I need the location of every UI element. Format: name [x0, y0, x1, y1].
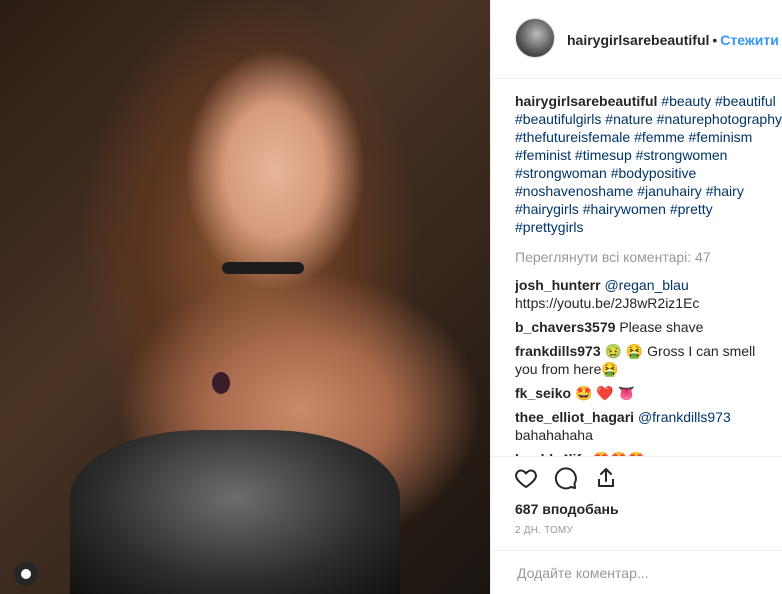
hashtag-link[interactable]: #beautifulgirls — [515, 111, 601, 127]
hashtag-link[interactable]: #femme — [634, 129, 685, 145]
comment-text[interactable]: https://youtu.be/2J8wR2iz1Ec — [515, 295, 699, 311]
caption: hairygirlsarebeautiful #beauty #beautifu… — [515, 92, 782, 236]
comment-item: thee_elliot_hagari @frankdills973 bahaha… — [515, 408, 782, 444]
hashtag-link[interactable]: #beautiful — [715, 93, 776, 109]
comment-item: frankdills973 🤢 🤮 Gross I can smell you … — [515, 342, 782, 378]
comment-username[interactable]: frankdills973 — [515, 343, 601, 359]
comment-mention[interactable]: @regan_blau — [604, 277, 688, 293]
hashtag-link[interactable]: #prettygirls — [515, 219, 583, 235]
hashtag-link[interactable]: #beauty — [661, 93, 711, 109]
header-username[interactable]: hairygirlsarebeautiful — [567, 32, 709, 48]
hashtag-link[interactable]: #hairy — [706, 183, 744, 199]
hashtag-link[interactable]: #strongwoman — [515, 165, 607, 181]
header-text: hairygirlsarebeautiful • Стежити — [567, 32, 779, 48]
comment-item: b_chavers3579 Please shave ♡ — [515, 318, 782, 336]
hashtag-link[interactable]: #hairygirls — [515, 201, 579, 217]
hashtag-link[interactable]: #pretty — [670, 201, 713, 217]
hashtag-link[interactable]: #bodypositive — [611, 165, 697, 181]
hashtag-link[interactable]: #naturephotography — [657, 111, 782, 127]
post-photo[interactable] — [0, 0, 490, 594]
hashtag-link[interactable]: #hairywomen — [583, 201, 666, 217]
comment-username[interactable]: thee_elliot_hagari — [515, 409, 634, 425]
hashtag-link[interactable]: #nature — [605, 111, 652, 127]
add-comment-bar — [491, 550, 782, 594]
post-sidebar: hairygirlsarebeautiful • Стежити hairygirl… — [490, 0, 782, 594]
hashtag-link[interactable]: #feminist — [515, 147, 571, 163]
likes-count[interactable]: 687 вподобань — [515, 501, 619, 517]
comment-username[interactable]: josh_hunterr — [515, 277, 601, 293]
post-time[interactable]: 2 ДН. ТОМУ — [515, 525, 573, 536]
comment-item: josh_hunterr @regan_blau https://youtu.b… — [515, 276, 782, 312]
share-icon[interactable] — [593, 465, 619, 491]
hashtag-link[interactable]: #noshavenoshame — [515, 183, 633, 199]
comment-username[interactable]: fk_seiko — [515, 385, 571, 401]
caption-username[interactable]: hairygirlsarebeautiful — [515, 93, 657, 109]
comments-list[interactable]: hairygirlsarebeautiful #beauty #beautifu… — [515, 92, 782, 456]
comment-icon[interactable] — [553, 465, 579, 491]
comment-text: Please shave — [619, 319, 704, 335]
user-tag-icon[interactable] — [14, 562, 38, 586]
photo-detail — [70, 430, 400, 594]
hashtag-link[interactable]: #thefutureisfemale — [515, 129, 630, 145]
hashtag-link[interactable]: #januhairy — [637, 183, 702, 199]
comment-input[interactable] — [515, 559, 769, 587]
comment-text: bahahahaha — [515, 427, 593, 443]
comment-item: fk_seiko 🤩 ❤️ 👅 ♡ — [515, 384, 782, 402]
caption-tags: #beauty #beautiful #beautifulgirls #natu… — [515, 93, 782, 235]
post-header: hairygirlsarebeautiful • Стежити — [491, 0, 782, 79]
view-all-comments-link[interactable]: Переглянути всі коментарі: 47 — [515, 248, 782, 266]
separator-dot: • — [712, 32, 718, 48]
heart-icon[interactable] — [513, 465, 539, 491]
comment-text: 🤩 ❤️ 👅 — [574, 385, 636, 401]
action-bar — [491, 456, 782, 496]
comment-username[interactable]: b_chavers3579 — [515, 319, 615, 335]
photo-detail — [212, 372, 230, 394]
follow-button[interactable]: Стежити — [720, 32, 779, 48]
comment-mention[interactable]: @frankdills973 — [638, 409, 731, 425]
hashtag-link[interactable]: #strongwomen — [636, 147, 728, 163]
photo-detail — [222, 262, 304, 274]
hashtag-link[interactable]: #timesup — [575, 147, 632, 163]
avatar[interactable] — [515, 18, 555, 58]
hashtag-link[interactable]: #feminism — [689, 129, 753, 145]
